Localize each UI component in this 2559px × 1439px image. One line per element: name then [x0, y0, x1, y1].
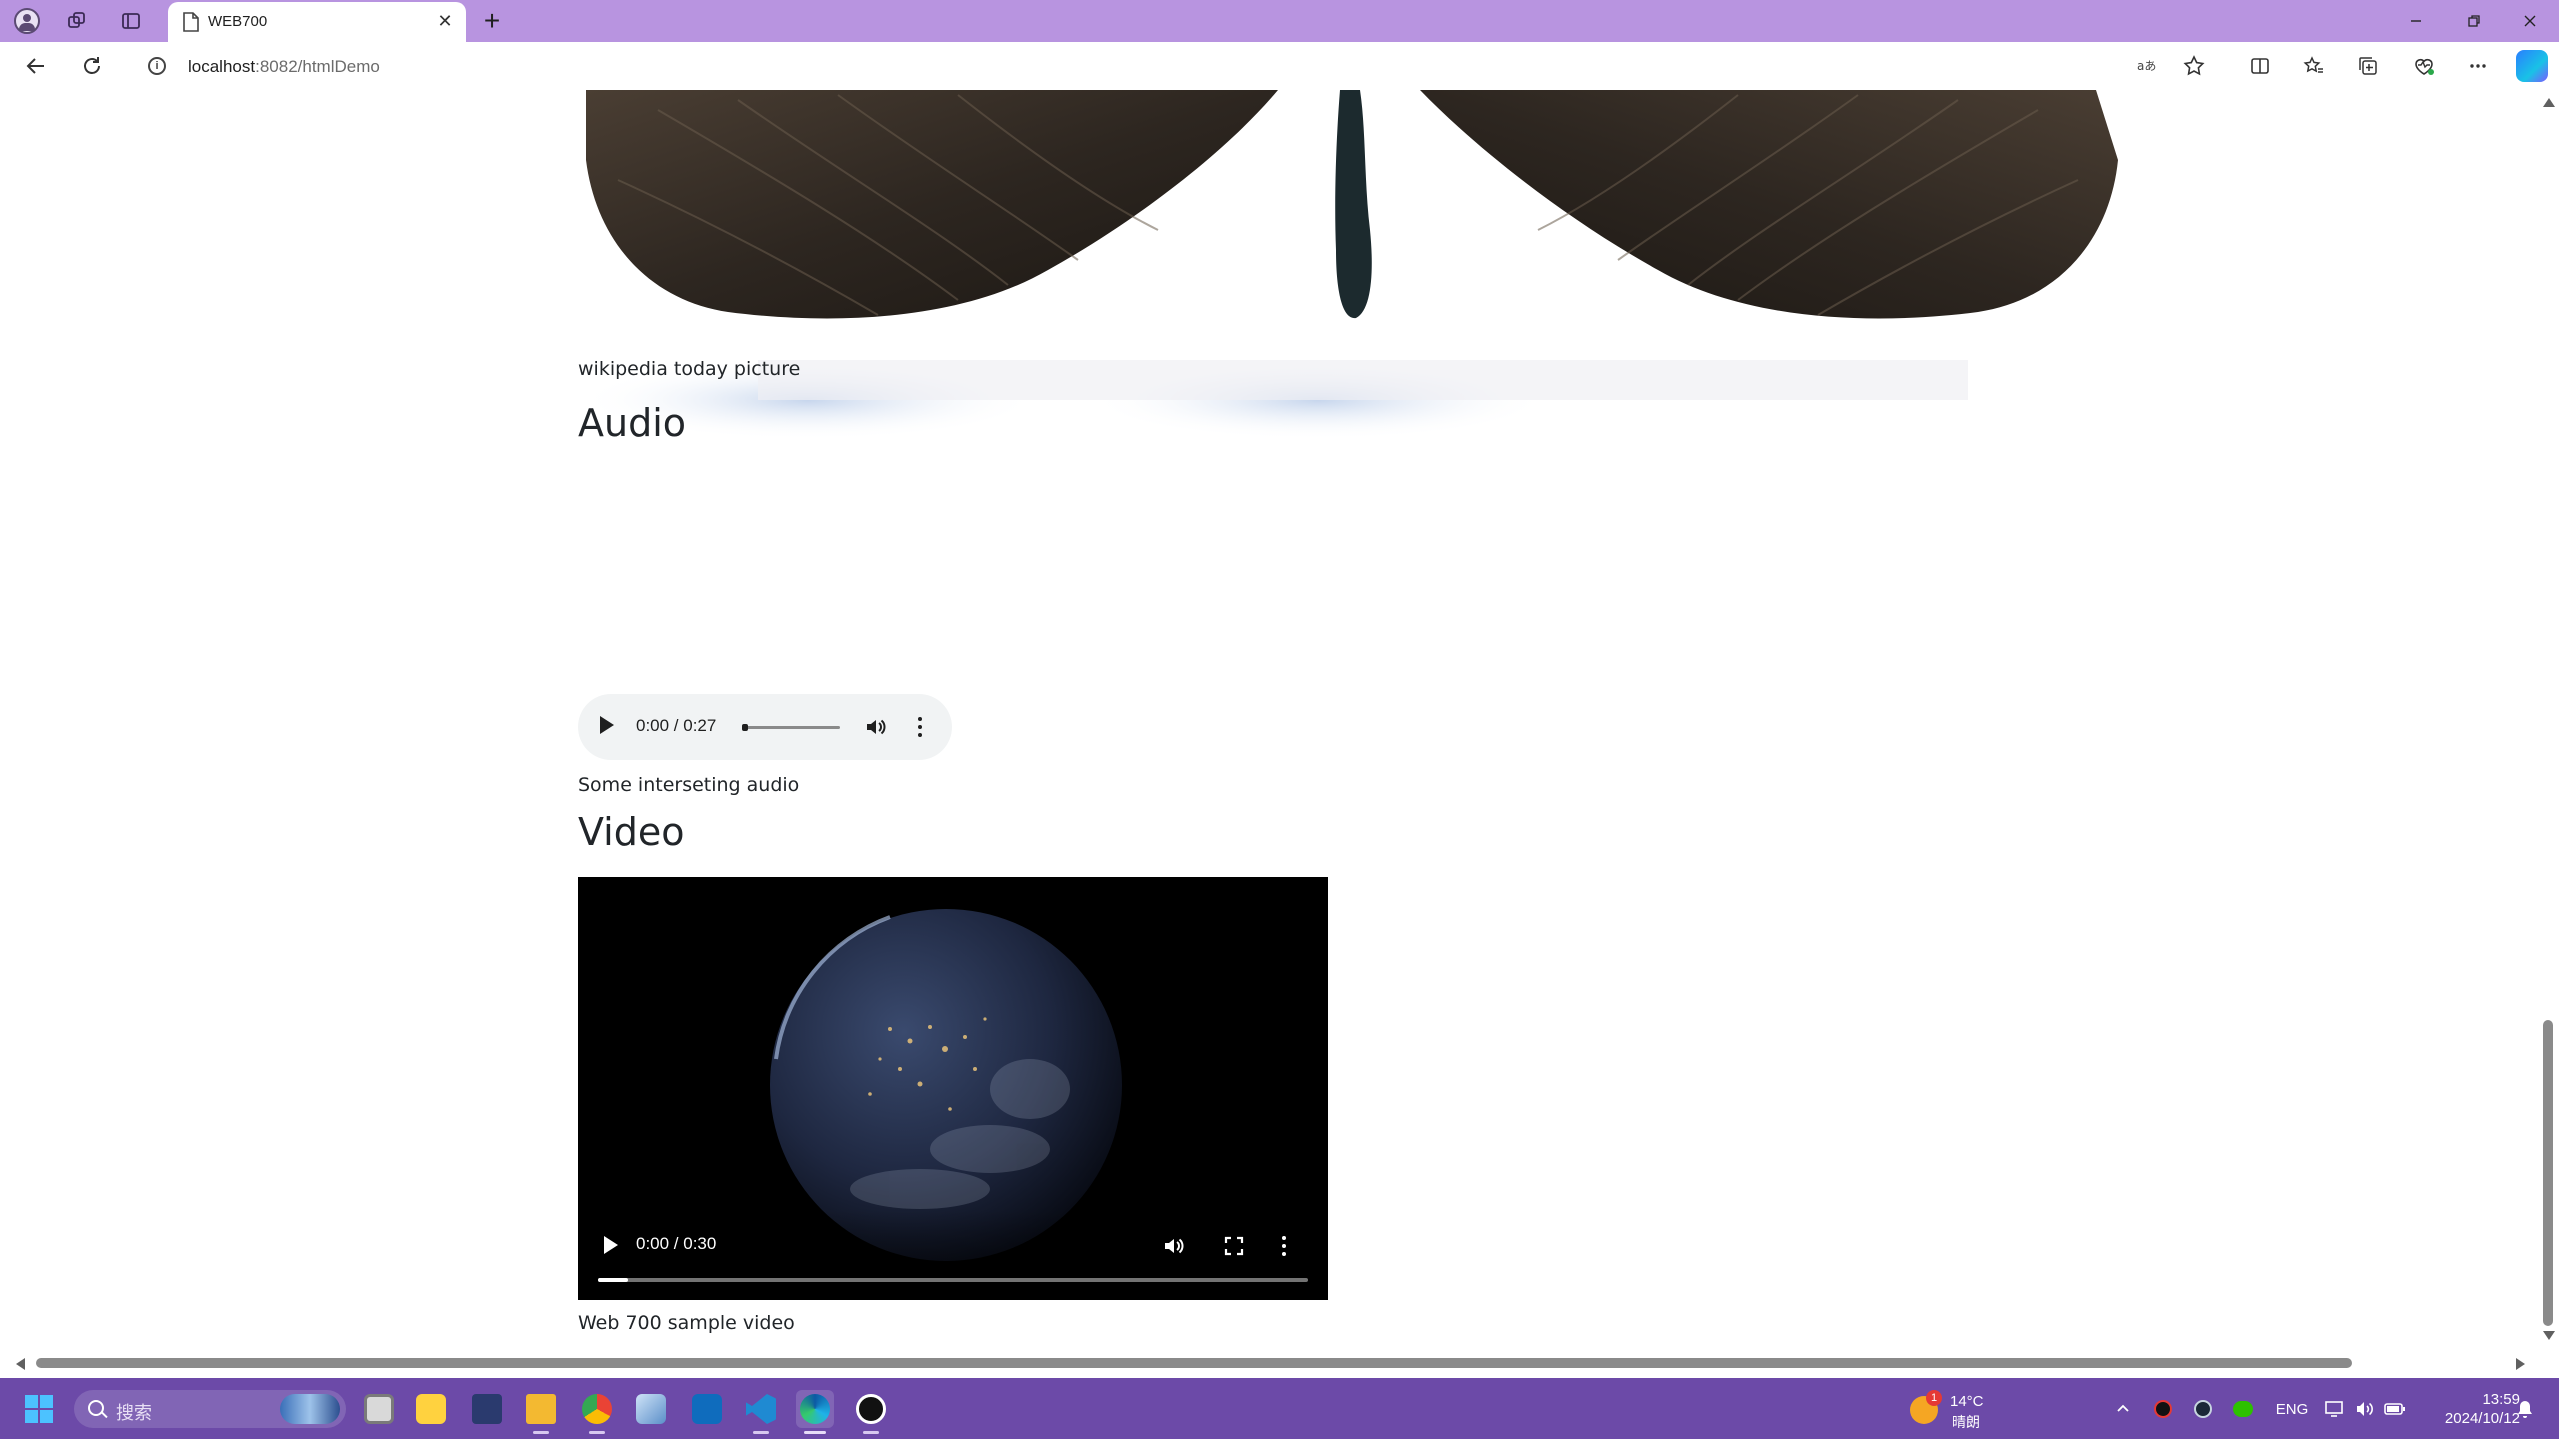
svg-text:aあ: aあ — [2137, 59, 2156, 73]
audio-more-icon[interactable] — [916, 715, 924, 739]
video-controls: 0:00 / 0:30 — [578, 1210, 1328, 1300]
title-bar: WEB700 ✕ + — [0, 0, 2559, 42]
more-icon[interactable] — [2462, 50, 2494, 82]
vscode-icon[interactable] — [742, 1390, 780, 1434]
search-placeholder: 搜索 — [116, 1403, 152, 1423]
tab-title: WEB700 — [208, 13, 268, 30]
audio-heading: Audio — [578, 401, 687, 445]
battery-icon[interactable] — [2382, 1392, 2408, 1426]
video-heading: Video — [578, 810, 685, 854]
picture-caption: wikipedia today picture — [578, 358, 801, 380]
chrome-icon[interactable] — [578, 1390, 616, 1434]
search-icon — [88, 1400, 104, 1416]
favorites-icon[interactable] — [2298, 50, 2330, 82]
clock-date: 2024/10/12 — [2444, 1410, 2520, 1427]
qq-tray-icon[interactable] — [2150, 1392, 2176, 1426]
video-seek-bar[interactable] — [598, 1278, 1308, 1282]
page-icon — [183, 12, 199, 32]
scroll-left-icon[interactable] — [16, 1358, 25, 1370]
chevron-up-icon[interactable] — [2110, 1392, 2136, 1426]
fullscreen-icon[interactable] — [1222, 1234, 1246, 1258]
weather-widget[interactable]: 1 14°C 晴朗 — [1910, 1390, 2010, 1430]
featured-picture — [578, 90, 2118, 440]
url-text[interactable]: localhost:8082/htmlDemo — [188, 57, 380, 77]
steam-icon[interactable] — [2190, 1392, 2216, 1426]
info-icon[interactable]: i — [148, 57, 166, 75]
weather-temp: 14°C — [1950, 1393, 1984, 1410]
notification-bell-icon[interactable] — [2516, 1399, 2534, 1419]
scroll-up-icon[interactable] — [2543, 98, 2555, 107]
vertical-scroll-thumb[interactable] — [2543, 1020, 2553, 1326]
weather-condition: 晴朗 — [1952, 1414, 1980, 1430]
edge-icon[interactable] — [796, 1390, 834, 1434]
profile-icon[interactable] — [12, 6, 42, 36]
network-icon[interactable] — [2322, 1392, 2348, 1426]
close-window-icon[interactable] — [2512, 6, 2548, 36]
page-content: wikipedia today picture Audio 0:00 / 0:2… — [6, 90, 2537, 1352]
vertical-scrollbar[interactable] — [2537, 90, 2559, 1352]
back-icon[interactable] — [20, 50, 52, 82]
video-buffered — [598, 1278, 628, 1282]
horizontal-scroll-thumb[interactable] — [36, 1358, 2352, 1368]
photos-icon[interactable] — [632, 1390, 670, 1428]
qq-icon[interactable] — [852, 1390, 890, 1434]
tab-web700[interactable]: WEB700 ✕ — [168, 2, 466, 42]
tab-actions-icon[interactable] — [116, 6, 146, 36]
weather-badge: 1 — [1926, 1390, 1942, 1406]
new-tab-button[interactable]: + — [478, 7, 506, 36]
video-caption: Web 700 sample video — [578, 1312, 795, 1334]
audio-caption: Some interseting audio — [578, 774, 800, 796]
minimize-icon[interactable] — [2398, 6, 2434, 36]
clock[interactable]: 13:59 2024/10/12 — [2420, 1390, 2520, 1428]
audio-time: 0:00 / 0:27 — [636, 716, 717, 735]
play-icon[interactable] — [600, 716, 614, 734]
video-more-icon[interactable] — [1280, 1234, 1288, 1258]
horizontal-scrollbar[interactable] — [6, 1352, 2537, 1374]
close-tab-icon[interactable]: ✕ — [434, 10, 456, 32]
earth-video-frame — [770, 909, 1122, 1261]
url-field[interactable]: i localhost:8082/htmlDemo — [134, 48, 2202, 84]
start-icon[interactable] — [20, 1390, 58, 1428]
scroll-down-icon[interactable] — [2543, 1331, 2555, 1340]
video-time: 0:00 / 0:30 — [636, 1234, 717, 1253]
copilot-icon[interactable] — [2516, 50, 2548, 82]
language-indicator[interactable]: ENG — [2272, 1392, 2312, 1426]
audio-seek-bar[interactable] — [742, 724, 840, 731]
read-aloud-icon[interactable]: aあ — [2130, 50, 2162, 82]
split-screen-icon[interactable] — [2244, 50, 2276, 82]
audio-player[interactable]: 0:00 / 0:27 — [578, 694, 952, 760]
collections-icon[interactable] — [2352, 50, 2384, 82]
scroll-right-icon[interactable] — [2516, 1358, 2525, 1370]
address-bar: i localhost:8082/htmlDemo aあ — [0, 42, 2559, 90]
file-explorer-icon[interactable] — [360, 1390, 398, 1428]
outlook-icon[interactable] — [688, 1390, 726, 1428]
workspaces-icon[interactable] — [62, 6, 92, 36]
restore-icon[interactable] — [2456, 6, 2492, 36]
folder-icon[interactable] — [522, 1390, 560, 1434]
taskbar-search[interactable]: 搜索 — [74, 1390, 346, 1428]
volume-icon[interactable] — [864, 715, 888, 739]
video-play-icon[interactable] — [604, 1236, 618, 1254]
video-volume-icon[interactable] — [1162, 1234, 1186, 1258]
audio-seek-thumb[interactable] — [742, 724, 748, 731]
wechat-icon[interactable] — [2230, 1392, 2256, 1426]
browser-essentials-icon[interactable] — [2408, 50, 2440, 82]
search-highlight-image — [280, 1394, 340, 1424]
clock-time: 13:59 — [2482, 1391, 2520, 1408]
video-player[interactable]: 0:00 / 0:30 — [578, 877, 1328, 1300]
favorite-icon[interactable] — [2178, 50, 2210, 82]
taskbar: 搜索 1 14°C 晴朗 ENG 13:59 2024/10/12 — [0, 1378, 2559, 1439]
store-icon[interactable] — [468, 1390, 506, 1428]
reload-icon[interactable] — [76, 50, 108, 82]
volume-tray-icon[interactable] — [2352, 1392, 2378, 1426]
sticky-notes-icon[interactable] — [412, 1390, 450, 1428]
